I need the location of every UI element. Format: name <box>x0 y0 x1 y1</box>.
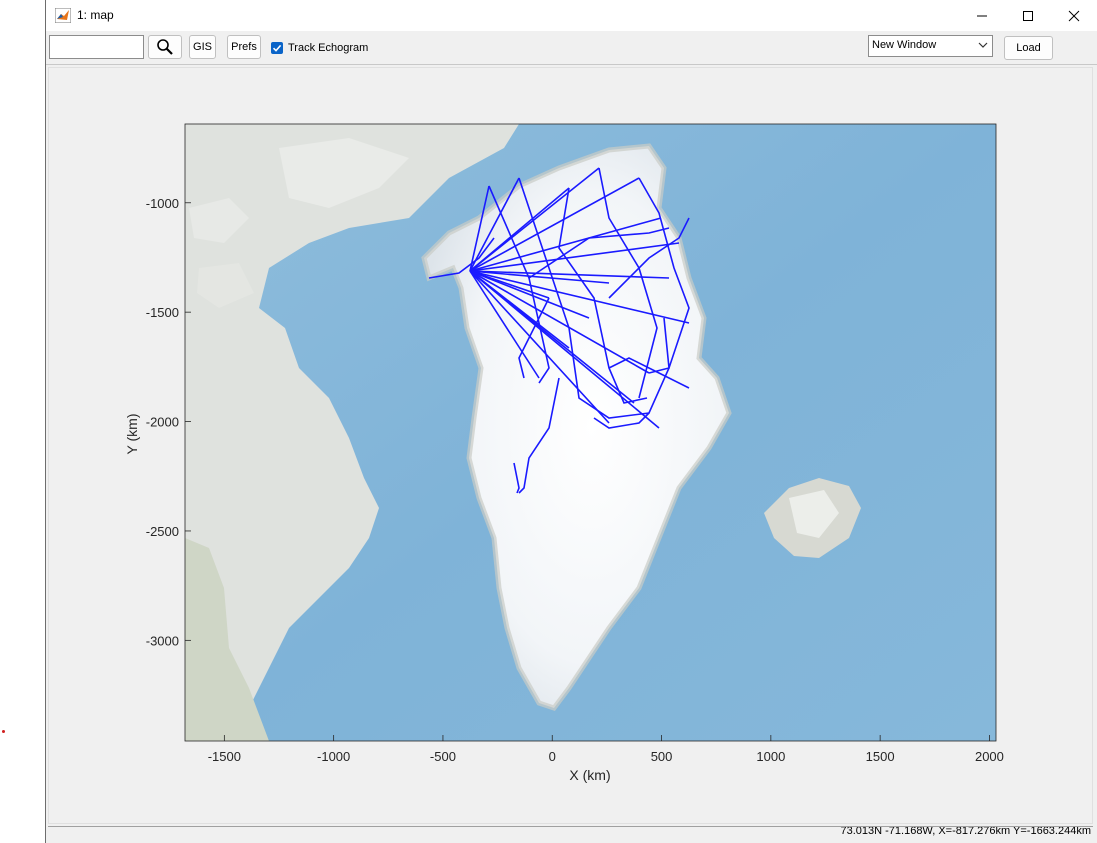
y-tick-label: -3000 <box>146 633 179 648</box>
matlab-app-icon <box>55 8 71 23</box>
minimize-button[interactable] <box>959 0 1005 31</box>
x-tick-label: -500 <box>430 749 456 764</box>
search-button[interactable] <box>148 35 182 59</box>
x-tick-label: 500 <box>651 749 673 764</box>
y-tick-label: -1000 <box>146 196 179 211</box>
search-input[interactable] <box>49 35 144 59</box>
chevron-down-icon <box>978 42 988 48</box>
map-window: 1: map GIS Prefs Track Echogram New Wind… <box>45 0 1097 843</box>
maximize-icon <box>1023 10 1033 21</box>
x-tick-label: 2000 <box>975 749 1004 764</box>
y-tick-label: -2000 <box>146 415 179 430</box>
basemap <box>185 124 996 741</box>
minimize-icon <box>977 15 987 16</box>
track-echogram-label[interactable]: Track Echogram <box>288 42 368 54</box>
x-tick-label: 1000 <box>756 749 785 764</box>
gis-button[interactable]: GIS <box>189 35 216 59</box>
toolbar: GIS Prefs Track Echogram New Window Load <box>46 31 1097 65</box>
maximize-button[interactable] <box>1005 0 1051 31</box>
load-button[interactable]: Load <box>1004 36 1053 60</box>
checkmark-icon <box>272 44 282 52</box>
prefs-button[interactable]: Prefs <box>227 35 261 59</box>
y-tick-label: -1500 <box>146 305 179 320</box>
x-tick-label: -1000 <box>317 749 350 764</box>
x-tick-label: 0 <box>549 749 556 764</box>
plot-panel: -1500 -1000 -500 0 500 1000 1500 2000 -1000 -150… <box>48 67 1093 824</box>
status-coordinates: 73.013N -71.168W, X=-817.276km Y=-1663.2… <box>840 826 1091 837</box>
map-plot[interactable]: -1500 -1000 -500 0 500 1000 1500 2000 -1000 -150… <box>49 68 1092 823</box>
x-axis-label: X (km) <box>569 767 610 783</box>
window-select[interactable]: New Window <box>868 35 993 57</box>
close-button[interactable] <box>1051 0 1097 31</box>
y-tick-label: -2500 <box>146 524 179 539</box>
magnifier-icon <box>157 39 173 55</box>
y-tick-labels: -1000 -1500 -2000 -2500 -3000 <box>146 196 191 648</box>
x-tick-label: 1500 <box>866 749 895 764</box>
status-bar: 73.013N -71.168W, X=-817.276km Y=-1663.2… <box>48 826 1093 843</box>
stray-marker <box>2 730 5 733</box>
close-icon <box>1068 10 1080 21</box>
window-title: 1: map <box>77 8 114 22</box>
window-select-value: New Window <box>872 39 937 51</box>
y-axis-label: Y (km) <box>124 414 140 455</box>
track-echogram-checkbox[interactable] <box>271 42 283 54</box>
title-bar: 1: map <box>46 0 1097 31</box>
x-tick-label: -1500 <box>208 749 241 764</box>
